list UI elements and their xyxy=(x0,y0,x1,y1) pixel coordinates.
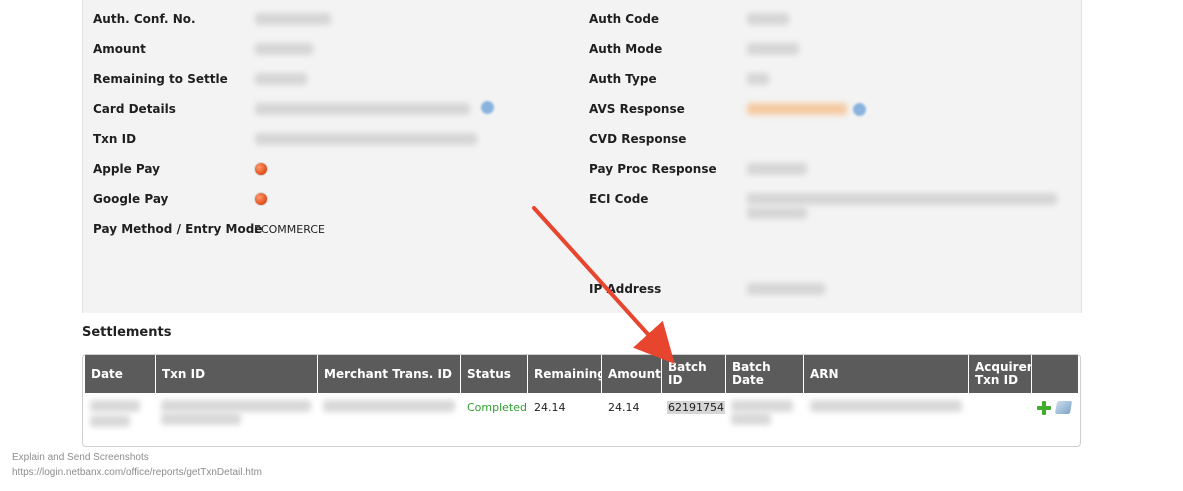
footer-caption: Explain and Send Screenshots xyxy=(12,452,149,463)
annotation-arrow xyxy=(532,206,675,364)
footer-url: https://login.netbanx.com/office/reports… xyxy=(12,467,262,478)
